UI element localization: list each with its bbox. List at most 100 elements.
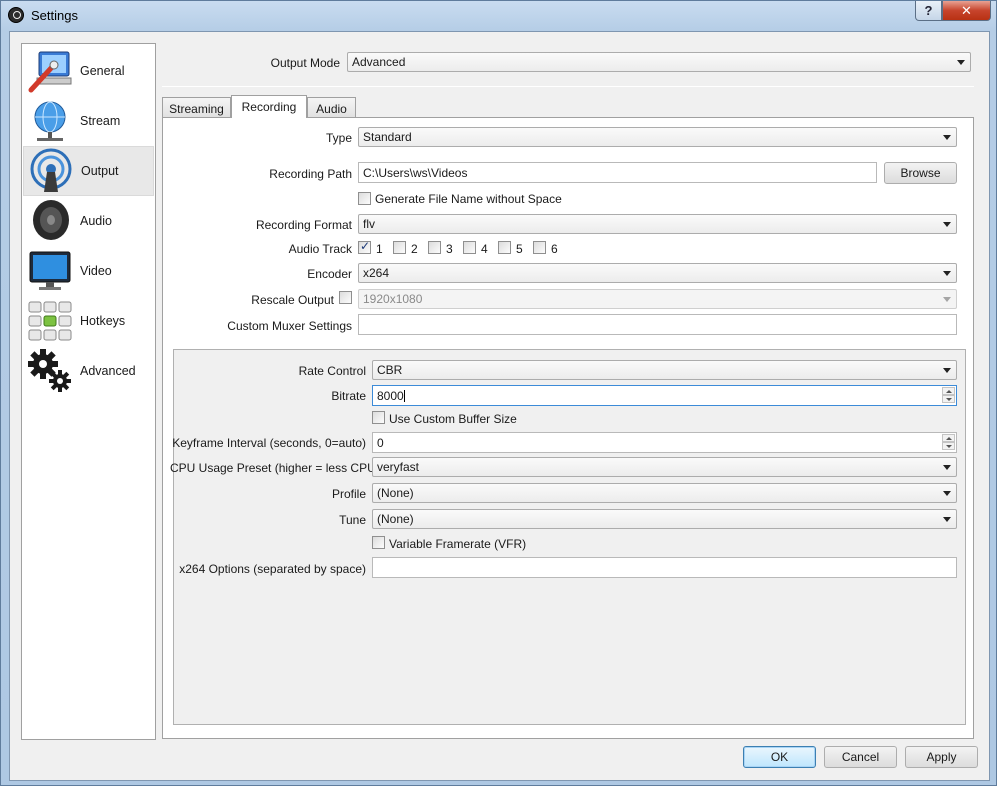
general-icon: [28, 51, 72, 93]
audio-track-4-checkbox[interactable]: [463, 241, 476, 254]
encoder-label: Encoder: [307, 267, 352, 281]
generate-filename-label: Generate File Name without Space: [375, 192, 562, 206]
tab-recording[interactable]: Recording: [231, 95, 307, 118]
sidebar-item-hotkeys[interactable]: Hotkeys: [23, 296, 154, 346]
audio-track-1-label: 1: [376, 242, 383, 256]
sidebar-item-advanced[interactable]: Advanced: [23, 346, 154, 396]
sidebar-item-output[interactable]: Output: [23, 146, 154, 196]
rescale-output-checkbox[interactable]: [339, 291, 352, 304]
chevron-down-icon: [943, 271, 951, 276]
sidebar-item-audio[interactable]: Audio: [23, 196, 154, 246]
keyframe-interval-value: 0: [377, 436, 384, 450]
tab-audio[interactable]: Audio: [307, 97, 356, 117]
audio-track-1-checkbox[interactable]: [358, 239, 371, 254]
browse-button[interactable]: Browse: [884, 162, 957, 184]
cpu-preset-label: CPU Usage Preset (higher = less CPU): [170, 461, 380, 475]
divider: [162, 86, 974, 87]
ok-label: OK: [770, 750, 789, 764]
profile-select[interactable]: (None): [372, 483, 957, 503]
video-icon: [29, 251, 71, 290]
vfr-checkbox[interactable]: [372, 536, 385, 549]
chevron-down-icon[interactable]: [942, 442, 955, 450]
bitrate-stepper[interactable]: [942, 387, 955, 404]
tab-label: Recording: [241, 100, 297, 114]
stream-icon: [34, 101, 66, 141]
output-mode-label: Output Mode: [270, 56, 340, 70]
audio-track-6-checkbox[interactable]: [533, 241, 546, 254]
sidebar-item-label: Audio: [80, 214, 112, 228]
help-button[interactable]: ?: [915, 1, 942, 21]
custom-buffer-checkbox[interactable]: [372, 411, 385, 424]
output-mode-select[interactable]: Advanced: [347, 52, 971, 72]
chevron-down-icon[interactable]: [942, 395, 955, 403]
ok-button[interactable]: OK: [743, 746, 816, 768]
sidebar-item-video[interactable]: Video: [23, 246, 154, 296]
tab-label: Streaming: [169, 102, 224, 116]
tune-value: (None): [377, 512, 414, 526]
close-button[interactable]: ✕: [942, 1, 991, 21]
sidebar-item-label: General: [80, 64, 125, 78]
type-select[interactable]: Standard: [358, 127, 957, 147]
sidebar-item-stream[interactable]: Stream: [23, 96, 154, 146]
sidebar-item-general[interactable]: General: [23, 46, 154, 96]
encoder-select[interactable]: x264: [358, 263, 957, 283]
audio-track-5-checkbox[interactable]: [498, 241, 511, 254]
settings-sidebar: General Stream Output Audio Video Hotkey…: [21, 43, 156, 740]
rate-control-label: Rate Control: [298, 364, 366, 378]
chevron-up-icon[interactable]: [942, 434, 955, 442]
chevron-down-icon: [943, 222, 951, 227]
vfr-label: Variable Framerate (VFR): [389, 537, 527, 551]
tune-select[interactable]: (None): [372, 509, 957, 529]
chevron-down-icon: [943, 517, 951, 522]
profile-label: Profile: [331, 487, 366, 501]
profile-value: (None): [377, 486, 414, 500]
recording-format-select[interactable]: flv: [358, 214, 957, 234]
output-mode-value: Advanced: [352, 55, 406, 69]
custom-muxer-input[interactable]: [358, 314, 957, 335]
chevron-down-icon: [943, 465, 951, 470]
x264-options-input[interactable]: [372, 557, 957, 578]
generate-filename-checkbox[interactable]: [358, 192, 371, 205]
settings-client-area: General Stream Output Audio Video Hotkey…: [9, 31, 990, 781]
audio-track-3-checkbox[interactable]: [428, 241, 441, 254]
rescale-resolution-select[interactable]: 1920x1080: [358, 289, 957, 309]
audio-track-5-label: 5: [516, 242, 523, 256]
sidebar-item-label: Video: [80, 264, 112, 278]
cpu-preset-value: veryfast: [377, 460, 420, 474]
obs-app-icon: [8, 7, 24, 23]
audio-track-6-label: 6: [551, 242, 558, 256]
keyframe-stepper[interactable]: [942, 434, 955, 451]
rate-control-select[interactable]: CBR: [372, 360, 957, 380]
recording-path-input[interactable]: C:\Users\ws\Videos: [358, 162, 877, 183]
advanced-icon: [28, 349, 71, 392]
recording-format-value: flv: [363, 217, 375, 231]
tune-label: Tune: [339, 513, 366, 527]
keyframe-interval-spinbox[interactable]: 0: [372, 432, 957, 453]
text-cursor: [403, 390, 405, 402]
divider: [173, 152, 966, 153]
tab-label: Audio: [316, 102, 347, 116]
rate-control-value: CBR: [377, 363, 403, 377]
cancel-label: Cancel: [841, 750, 880, 764]
audio-track-3-label: 3: [446, 242, 453, 256]
tab-streaming[interactable]: Streaming: [162, 97, 231, 117]
cpu-preset-select[interactable]: veryfast: [372, 457, 957, 477]
custom-buffer-label: Use Custom Buffer Size: [389, 412, 517, 426]
recording-path-label: Recording Path: [269, 167, 352, 181]
encoder-value: x264: [363, 266, 390, 280]
bitrate-spinbox[interactable]: 8000: [372, 385, 957, 406]
x264-options-label: x264 Options (separated by space): [179, 562, 366, 576]
audio-track-4-label: 4: [481, 242, 488, 256]
keyframe-interval-label: Keyframe Interval (seconds, 0=auto): [172, 436, 366, 450]
audio-track-label: Audio Track: [288, 242, 352, 256]
bitrate-label: Bitrate: [331, 389, 366, 403]
title-bar[interactable]: Settings ? ✕: [1, 1, 996, 31]
output-icon: [30, 148, 72, 192]
window-title: Settings: [31, 8, 78, 23]
settings-window: Settings ? ✕ General Stream Output Audio…: [0, 0, 997, 786]
audio-track-2-checkbox[interactable]: [393, 241, 406, 254]
chevron-up-icon[interactable]: [942, 387, 955, 395]
cancel-button[interactable]: Cancel: [824, 746, 897, 768]
apply-button[interactable]: Apply: [905, 746, 978, 768]
chevron-down-icon: [943, 368, 951, 373]
